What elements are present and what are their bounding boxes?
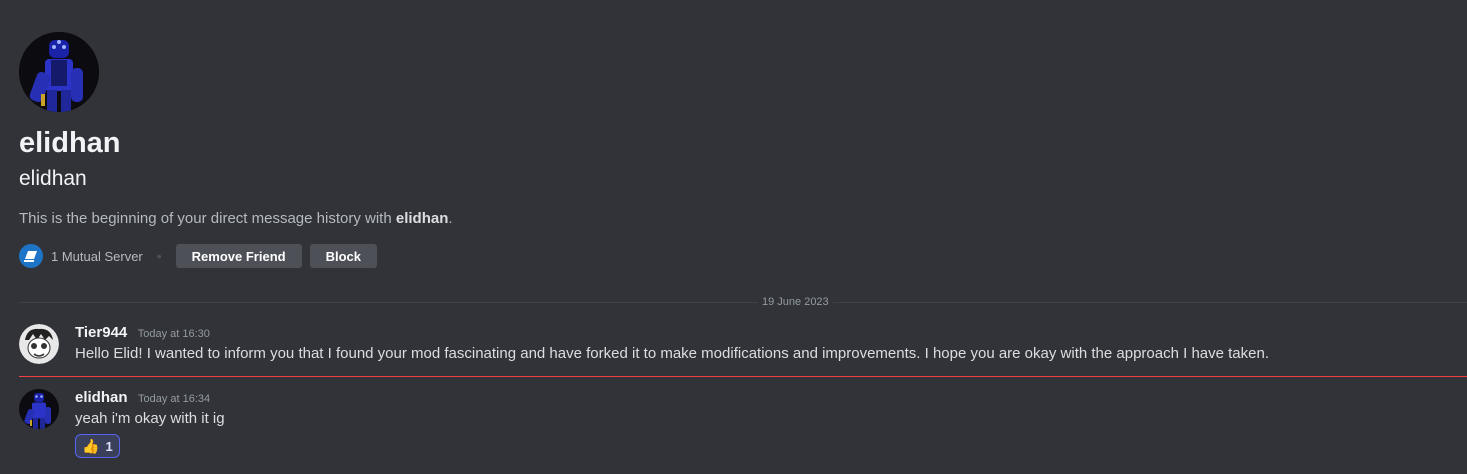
profile-avatar[interactable]: [19, 32, 99, 112]
intro-prefix: This is the beginning of your direct mes…: [19, 210, 396, 227]
dm-intro-text: This is the beginning of your direct mes…: [19, 209, 1459, 229]
reaction-thumbs-up[interactable]: 👍 1: [75, 434, 120, 458]
message-header: elidhan Today at 16:34: [75, 389, 210, 407]
reaction-count: 1: [105, 438, 113, 454]
dm-profile-header: elidhan elidhan This is the beginning of…: [19, 32, 1459, 268]
message-author[interactable]: Tier944: [75, 324, 127, 341]
message-timestamp: Today at 16:34: [137, 393, 211, 405]
message-text: Hello Elid! I wanted to inform you that …: [75, 345, 1270, 362]
avatar[interactable]: [19, 324, 59, 364]
message-text: yeah i'm okay with it ig: [75, 410, 225, 427]
profile-display-name: elidhan: [19, 127, 121, 159]
thumbs-up-icon: 👍: [82, 437, 100, 454]
intro-name: elidhan: [395, 210, 449, 227]
profile-username: elidhan: [19, 167, 87, 190]
intro-suffix: .: [448, 210, 453, 227]
date-divider: 19 June 2023: [758, 295, 833, 309]
avatar[interactable]: [19, 389, 59, 429]
mutual-row: 1 Mutual Server • Remove Friend Block: [19, 244, 1459, 268]
message[interactable]: elidhan Today at 16:34 yeah i'm okay wit…: [19, 389, 1467, 461]
message-author[interactable]: elidhan: [75, 389, 128, 406]
mutual-servers-link[interactable]: 1 Mutual Server: [51, 249, 143, 264]
message-timestamp: Today at 16:30: [137, 328, 210, 340]
block-button[interactable]: Block: [309, 244, 377, 268]
mutual-server-icon[interactable]: [19, 244, 43, 268]
date-divider-line: [19, 302, 1467, 303]
separator-dot: •: [156, 248, 162, 264]
message-header: Tier944 Today at 16:30: [75, 324, 210, 342]
message[interactable]: Tier944 Today at 16:30 Hello Elid! I wan…: [19, 324, 1467, 368]
new-messages-divider: [19, 376, 1467, 377]
remove-friend-button[interactable]: Remove Friend: [175, 244, 302, 268]
